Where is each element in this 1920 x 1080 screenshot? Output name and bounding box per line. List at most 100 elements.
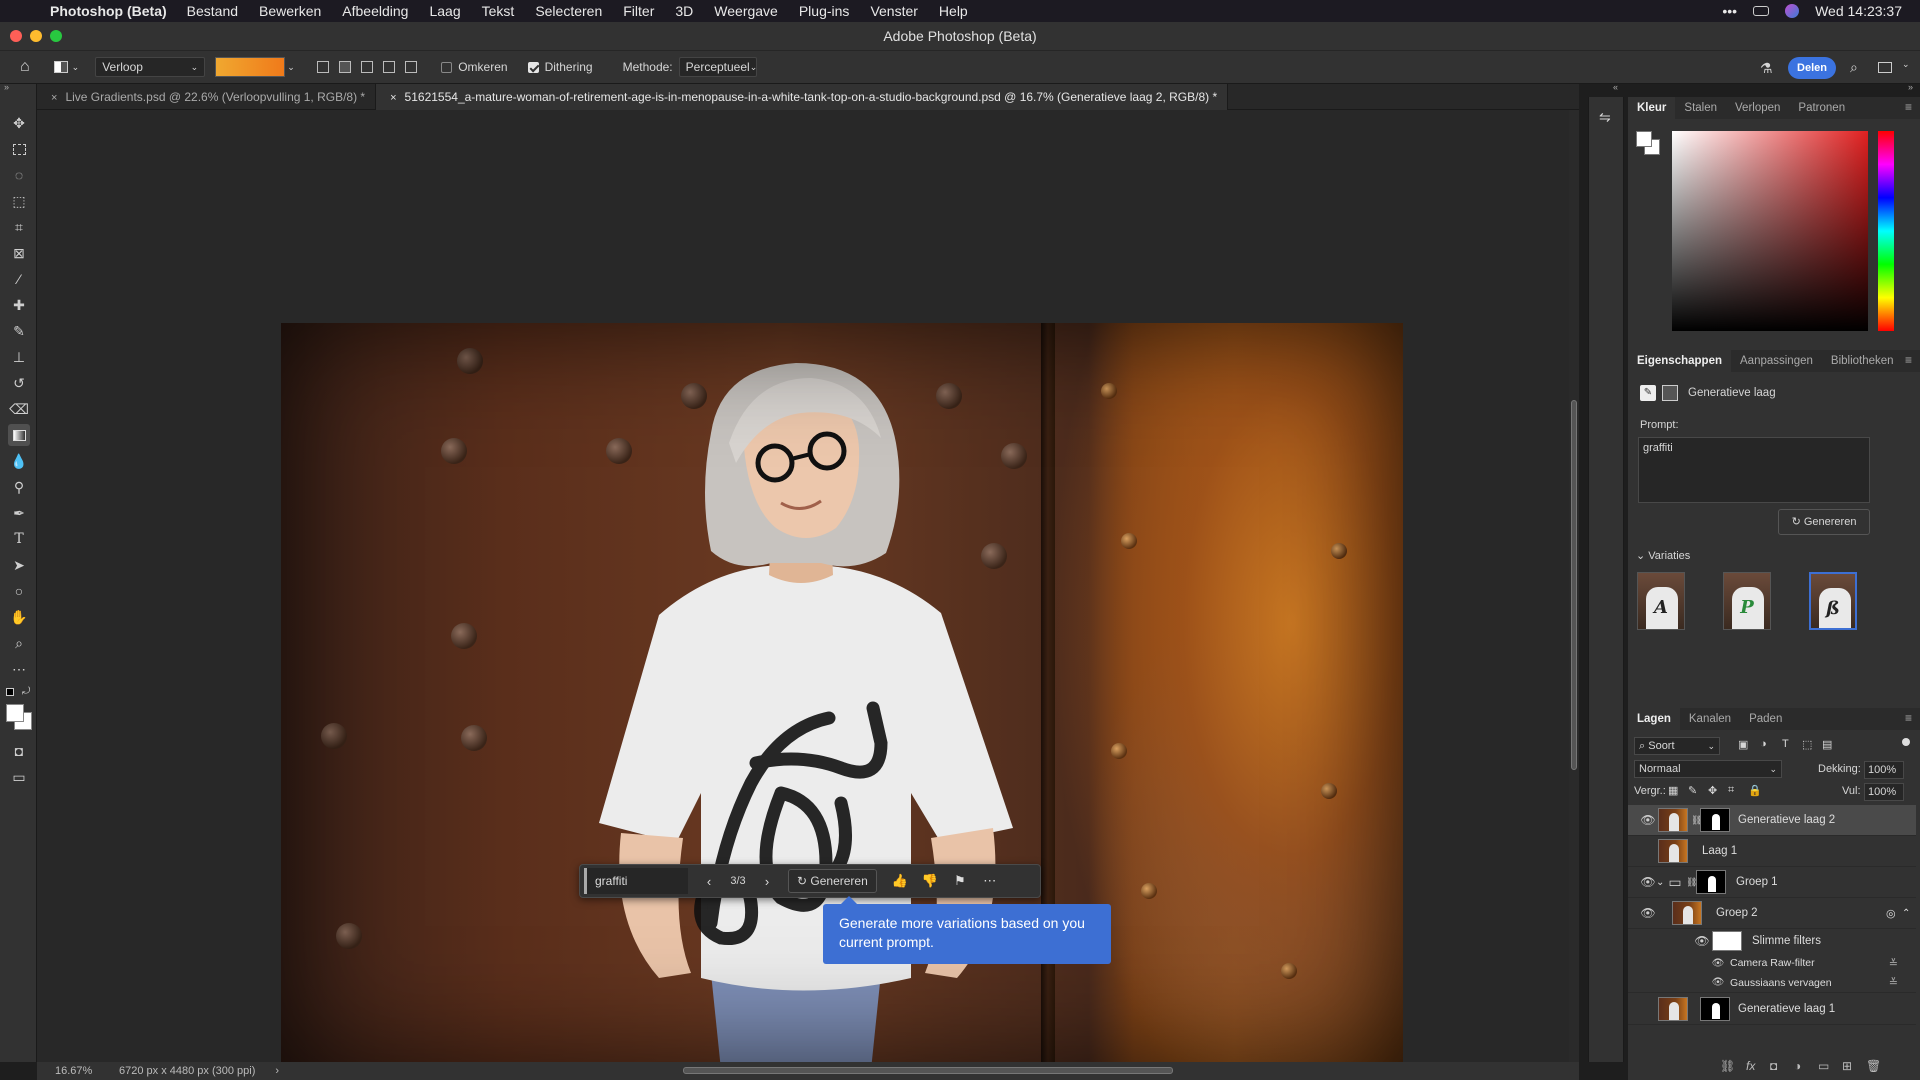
chevron-up-icon[interactable]: ⌃	[1902, 908, 1910, 919]
eye-icon[interactable]: 👁	[1710, 958, 1726, 969]
chevron-down-icon[interactable]: ⌄	[1656, 877, 1664, 888]
close-tab-icon[interactable]: ×	[51, 92, 57, 104]
menu-bewerken[interactable]: Bewerken	[259, 3, 321, 19]
share-button[interactable]: Delen	[1788, 57, 1836, 79]
screen-mode-icon[interactable]: ▭	[8, 766, 30, 788]
linear-gradient-icon[interactable]	[317, 61, 330, 73]
close-tab-icon[interactable]: ×	[390, 92, 396, 104]
filter-shape-icon[interactable]: ⬚	[1802, 738, 1812, 751]
path-select-tool-icon[interactable]: ➤	[8, 554, 30, 576]
layer-row[interactable]: 👁 ⛓ Generatieve laag 2	[1628, 805, 1916, 836]
thumbs-up-icon[interactable]: 👍	[885, 873, 915, 889]
prompt-textarea[interactable]: graffiti	[1638, 437, 1870, 503]
eyedropper-tool-icon[interactable]: ⁄	[8, 268, 30, 290]
eye-icon[interactable]: 👁	[1640, 875, 1656, 889]
app-menu[interactable]: Photoshop (Beta)	[50, 3, 167, 19]
method-select[interactable]: Perceptueel ⌄	[678, 57, 757, 77]
eye-icon[interactable]: 👁	[1640, 813, 1656, 827]
link-layers-icon[interactable]: ⛓	[1720, 1059, 1735, 1073]
lock-position-icon[interactable]: ✥	[1708, 784, 1717, 797]
brush-tool-icon[interactable]: ✎	[8, 320, 30, 342]
menu-afbeelding[interactable]: Afbeelding	[342, 3, 408, 19]
beaker-icon[interactable]: ⚗	[1760, 60, 1773, 77]
adjustment-layer-icon[interactable]: ◑	[1794, 1059, 1801, 1073]
fx-icon[interactable]: fx	[1746, 1059, 1755, 1073]
eye-icon[interactable]: 👁	[1640, 906, 1656, 920]
gradient-type-select[interactable]: Verloop ⌄	[95, 57, 206, 77]
foreground-color-swatch[interactable]	[1636, 131, 1652, 147]
menu-help[interactable]: Help	[939, 3, 968, 19]
lasso-tool-icon[interactable]: ◌	[8, 164, 30, 186]
marquee-tool-icon[interactable]	[8, 138, 30, 160]
reverse-checkbox[interactable]: Omkeren	[441, 60, 508, 74]
lock-all-icon[interactable]: 🔒	[1748, 784, 1762, 797]
tool-preset-icon[interactable]	[53, 61, 68, 73]
angle-gradient-icon[interactable]	[361, 61, 374, 73]
collapse-icon[interactable]: «	[1613, 82, 1618, 92]
more-icon[interactable]: •••	[1722, 3, 1737, 19]
layer-mask-thumbnail[interactable]	[1700, 997, 1730, 1021]
delete-layer-icon[interactable]: 🗑	[1866, 1059, 1881, 1073]
tab-live-gradients[interactable]: × Live Gradients.psd @ 22.6% (Verloopvull…	[37, 84, 377, 110]
color-field[interactable]	[1672, 131, 1868, 331]
tab-patronen[interactable]: Patronen	[1789, 97, 1854, 119]
new-layer-icon[interactable]: ⊞	[1842, 1059, 1852, 1073]
layer-row[interactable]: 👁 Slimme filters	[1628, 929, 1916, 953]
type-tool-icon[interactable]: T	[8, 528, 30, 550]
chevron-down-icon[interactable]: ⌄	[287, 62, 297, 73]
zoom-window-button[interactable]	[50, 30, 62, 42]
chevron-down-icon[interactable]: ⌄	[72, 62, 80, 73]
lock-pixels-icon[interactable]: ✎	[1688, 784, 1697, 797]
diamond-gradient-icon[interactable]	[405, 61, 418, 73]
prompt-input[interactable]: graffiti	[584, 868, 688, 894]
crop-tool-icon[interactable]: ⌗	[8, 216, 30, 238]
new-group-icon[interactable]: ▭	[1818, 1059, 1829, 1073]
filter-options-icon[interactable]: ≚	[1889, 976, 1898, 989]
more-tools-icon[interactable]: ⋯	[8, 658, 30, 680]
filter-pixel-icon[interactable]: ▣	[1738, 738, 1748, 751]
pen-tool-icon[interactable]: ✒	[8, 502, 30, 524]
menu-plugins[interactable]: Plug-ins	[799, 3, 850, 19]
menu-bestand[interactable]: Bestand	[187, 3, 238, 19]
tab-paden[interactable]: Paden	[1740, 708, 1791, 730]
tab-kanalen[interactable]: Kanalen	[1680, 708, 1740, 730]
more-options-icon[interactable]: ⋯	[975, 873, 1005, 889]
opacity-field[interactable]: 100%	[1864, 761, 1904, 779]
eye-icon[interactable]: 👁	[1694, 934, 1710, 948]
fill-field[interactable]: 100%	[1864, 783, 1904, 801]
default-colors-icon[interactable]	[6, 688, 14, 696]
layer-row[interactable]: Laag 1	[1628, 836, 1916, 867]
chevron-right-icon[interactable]: ›	[275, 1065, 279, 1077]
filter-toggle-icon[interactable]	[1902, 738, 1910, 746]
filter-row[interactable]: 👁 Camera Raw-filter ≚	[1628, 953, 1916, 973]
filter-type-icon[interactable]: T	[1782, 738, 1789, 750]
move-tool-icon[interactable]: ✥	[8, 112, 30, 134]
filter-smartobject-icon[interactable]: ▤	[1822, 738, 1832, 751]
healing-brush-tool-icon[interactable]: ✚	[8, 294, 30, 316]
filter-adjustment-icon[interactable]: ◑	[1760, 738, 1767, 750]
menu-laag[interactable]: Laag	[429, 3, 460, 19]
hue-slider[interactable]	[1878, 131, 1894, 331]
panel-menu-icon[interactable]: ≡	[1905, 100, 1912, 114]
collapse-icon[interactable]: »	[4, 82, 9, 92]
dither-checkbox[interactable]: Dithering	[527, 60, 593, 74]
layer-mask-thumbnail[interactable]	[1700, 808, 1730, 832]
workspace-icon[interactable]	[1878, 62, 1892, 73]
filter-row[interactable]: 👁 Gaussiaans vervagen ≚	[1628, 973, 1916, 993]
eye-icon[interactable]: 👁	[1710, 977, 1726, 988]
blur-tool-icon[interactable]: 💧	[8, 450, 30, 472]
canvas-area[interactable]: graffiti ‹ 3/3 › ↻ Genereren 👍 👎 ⚑ ⋯ Gen…	[37, 110, 1579, 1070]
stamp-tool-icon[interactable]: ⊥	[8, 346, 30, 368]
object-select-tool-icon[interactable]: ⬚	[8, 190, 30, 212]
panel-menu-icon[interactable]: ≡	[1905, 711, 1912, 725]
menu-selecteren[interactable]: Selecteren	[535, 3, 602, 19]
dodge-tool-icon[interactable]: ⚲	[8, 476, 30, 498]
variation-thumbnail-1[interactable]: A	[1637, 572, 1685, 630]
minimize-window-button[interactable]	[30, 30, 42, 42]
reflected-gradient-icon[interactable]	[383, 61, 396, 73]
frame-tool-icon[interactable]: ⊠	[8, 242, 30, 264]
search-icon[interactable]: ⌕	[1850, 59, 1858, 76]
variations-header[interactable]: ⌄ Variaties	[1636, 549, 1690, 562]
smart-filter-mask-thumbnail[interactable]	[1712, 931, 1742, 951]
blend-mode-select[interactable]: Normaal ⌄	[1634, 760, 1782, 778]
